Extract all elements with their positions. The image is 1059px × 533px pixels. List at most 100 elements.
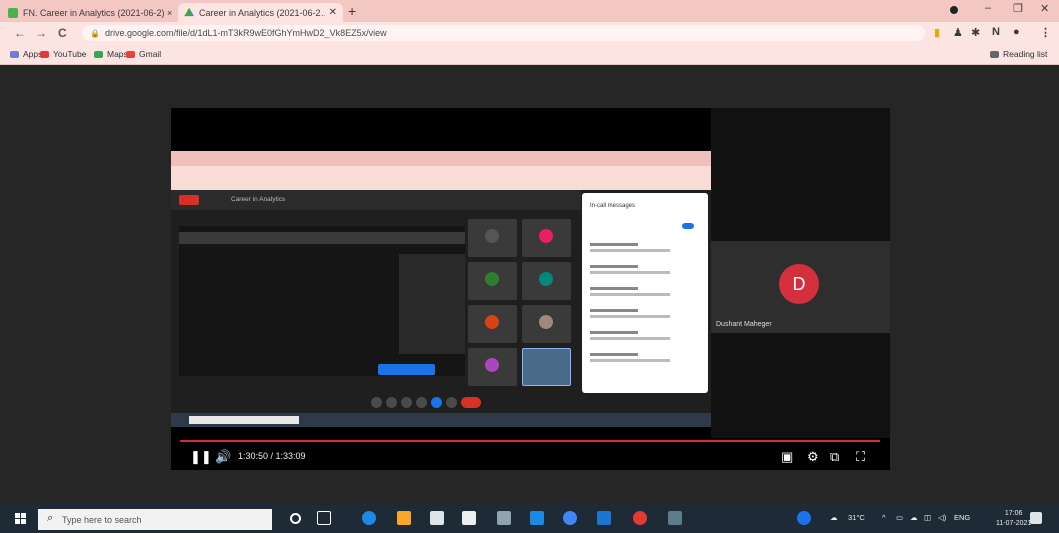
tab-career-analytics-1[interactable]: FN. Career in Analytics (2021-06-2) × <box>2 3 178 22</box>
captions-icon[interactable]: ▣ <box>781 449 793 465</box>
extension-icon[interactable]: ▮ <box>934 26 940 39</box>
inner-band <box>179 232 465 244</box>
participant-name: Dushant Maheger <box>716 321 772 328</box>
tab-career-analytics-2[interactable]: Career in Analytics (2021-06-2… ✕ <box>178 3 343 22</box>
profile-icon[interactable] <box>950 6 958 14</box>
gmail-icon <box>126 50 135 58</box>
windows-taskbar: ⌕ Type here to search ☁ 31°C ^ ▭ ☁ ◫ ◁) … <box>0 504 1059 533</box>
weather-icon[interactable]: ☁ <box>830 513 838 522</box>
bookmark-maps[interactable]: Maps <box>94 49 128 59</box>
inner-presentation <box>179 226 465 376</box>
more-icon <box>446 397 457 408</box>
chrome-icon[interactable] <box>563 511 577 525</box>
taskbar-clock[interactable]: 17:06 11-07-2021 <box>996 509 1031 529</box>
chat-title: In-call messages <box>590 203 636 209</box>
close-tab-icon[interactable]: ✕ <box>329 7 337 18</box>
weather-temp[interactable]: 31°C <box>848 513 865 522</box>
present-icon <box>431 397 442 408</box>
cloud-icon[interactable]: ☁ <box>910 513 918 522</box>
chat-message <box>590 309 690 323</box>
avatar <box>485 358 499 372</box>
in-call-messages-panel: In-call messages <box>582 193 708 393</box>
extension-icon[interactable]: N <box>992 26 1000 38</box>
chat-toggle <box>682 223 694 229</box>
miniplayer-icon[interactable]: ⧉ <box>830 449 839 465</box>
record-icon <box>179 195 199 205</box>
participant-tile <box>468 262 517 300</box>
reading-list-button[interactable]: Reading list <box>990 49 1047 59</box>
app-icon[interactable] <box>597 511 611 525</box>
bookmarks-bar: Apps YouTube Maps Gmail Reading list <box>0 44 1059 65</box>
tray-chevron-icon[interactable]: ^ <box>882 513 886 522</box>
settings-icon[interactable]: ⚙ <box>807 449 819 465</box>
notification-icon[interactable] <box>1030 512 1042 524</box>
app-icon[interactable] <box>430 511 444 525</box>
chat-message <box>590 243 690 257</box>
puzzle-icon[interactable]: ✱ <box>971 26 980 39</box>
shared-screen: Career in Analytics In-call messages <box>171 151 711 427</box>
reload-button[interactable]: C <box>58 26 67 40</box>
meet-icon <box>8 7 18 18</box>
address-bar[interactable]: 🔒 drive.google.com/file/d/1dL1-mT3kR9wE0… <box>82 25 925 41</box>
avatar[interactable]: ● <box>1013 26 1020 38</box>
app-icon[interactable] <box>668 511 682 525</box>
chat-message <box>590 287 690 301</box>
inner-button <box>378 364 435 375</box>
avatar <box>485 315 499 329</box>
language-indicator[interactable]: ENG <box>954 513 970 522</box>
search-placeholder: Type here to search <box>62 514 142 525</box>
cortana-icon[interactable] <box>290 513 301 524</box>
youtube-icon <box>40 50 49 58</box>
inner-meet-header: Career in Analytics <box>171 190 581 210</box>
outlook-icon[interactable] <box>530 511 544 525</box>
volume-icon[interactable]: ◁) <box>938 513 946 522</box>
chat-message <box>590 331 690 345</box>
bookmark-youtube[interactable]: YouTube <box>40 49 86 59</box>
forward-button[interactable]: → <box>35 26 47 40</box>
captions-icon <box>401 397 412 408</box>
new-tab-button[interactable]: + <box>348 3 356 19</box>
inner-meeting-title: Career in Analytics <box>231 196 286 203</box>
inner-bookmarks <box>171 180 711 190</box>
restore-button[interactable]: ❐ <box>1013 2 1023 15</box>
close-window-button[interactable]: ✕ <box>1040 2 1049 15</box>
windows-start-icon[interactable] <box>15 513 26 524</box>
video-progress-bar[interactable] <box>180 440 880 442</box>
participant-tile <box>522 305 571 343</box>
drive-icon <box>184 7 194 17</box>
store-icon[interactable] <box>462 511 476 525</box>
maps-icon <box>94 50 103 58</box>
task-view-icon[interactable] <box>317 511 331 525</box>
battery-icon[interactable]: ▭ <box>896 513 903 522</box>
chrome-profile-icon[interactable] <box>633 511 647 525</box>
extension-icon[interactable]: ♟ <box>953 26 963 39</box>
video-time: 1:30:50 / 1:33:09 <box>238 451 306 461</box>
browser-toolbar: ← → C 🔒 drive.google.com/file/d/1dL1-mT3… <box>0 22 1059 44</box>
minimize-button[interactable]: – <box>985 2 991 14</box>
chat-message <box>590 353 690 367</box>
volume-icon[interactable]: 🔊 <box>215 449 231 465</box>
inner-taskbar <box>171 413 711 427</box>
apps-icon <box>10 50 19 58</box>
link-icon[interactable] <box>497 511 511 525</box>
search-icon: ⌕ <box>47 512 54 524</box>
menu-icon[interactable]: ⋮ <box>1040 26 1051 39</box>
taskbar-search-input[interactable]: ⌕ Type here to search <box>38 509 272 530</box>
file-explorer-icon[interactable] <box>397 511 411 525</box>
network-icon[interactable]: ◫ <box>924 513 931 522</box>
edge-icon[interactable] <box>362 511 376 525</box>
end-call-icon <box>461 397 481 408</box>
bookmark-gmail[interactable]: Gmail <box>126 49 161 59</box>
pause-icon[interactable]: ❚❚ <box>190 449 212 465</box>
fullscreen-icon[interactable]: ⛶ <box>856 449 865 465</box>
screen: FN. Career in Analytics (2021-06-2) × Ca… <box>0 0 1059 533</box>
avatar: D <box>779 264 819 304</box>
participant-tile <box>468 305 517 343</box>
avatar <box>539 272 553 286</box>
clock-time: 17:06 <box>1004 510 1023 517</box>
participant-tile <box>522 262 571 300</box>
help-icon[interactable] <box>797 511 811 525</box>
inner-toolbar <box>171 166 711 180</box>
back-button[interactable]: ← <box>14 26 26 40</box>
bookmark-apps[interactable]: Apps <box>10 49 42 59</box>
